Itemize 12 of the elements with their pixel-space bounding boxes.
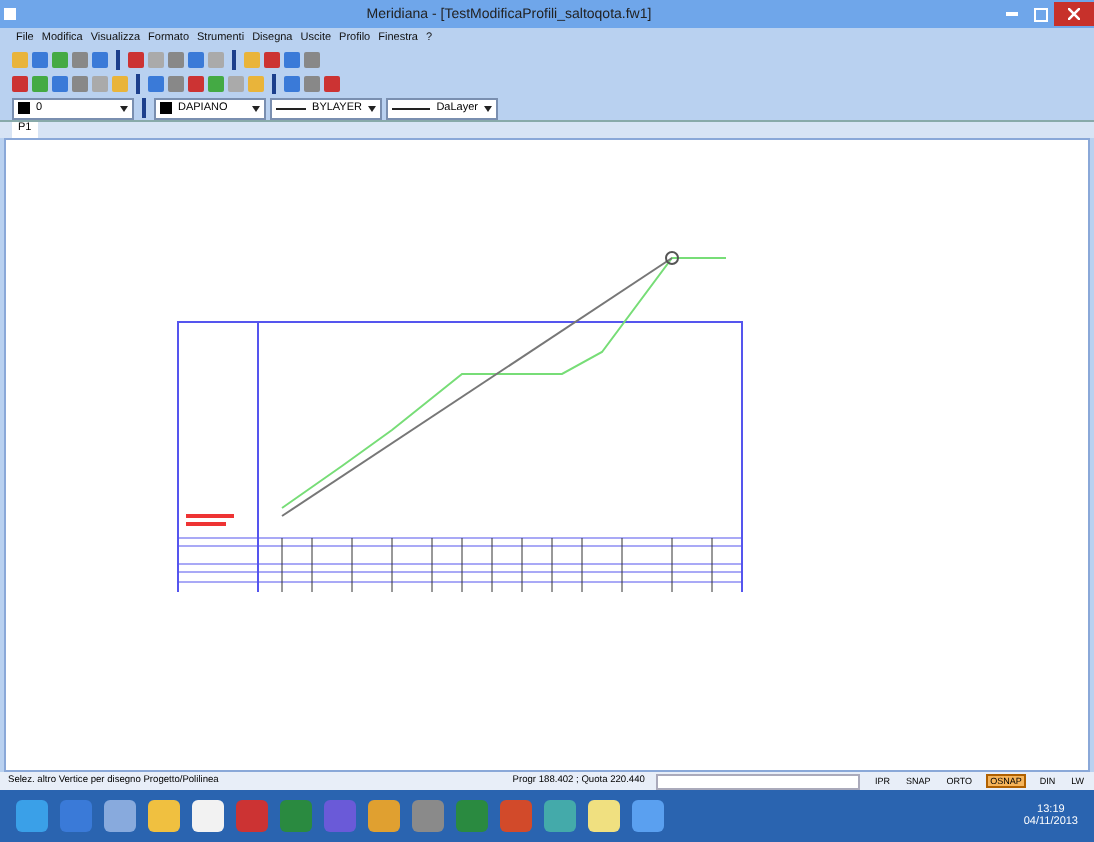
taskbar-app-icon[interactable] <box>588 800 620 832</box>
taskbar-app-icon[interactable] <box>16 800 48 832</box>
taskbar-app-icon[interactable] <box>632 800 664 832</box>
close-icon[interactable] <box>1068 8 1080 20</box>
maximize-icon[interactable] <box>1033 7 1047 21</box>
taskbar-app-icon[interactable] <box>544 800 576 832</box>
taskbar-app-icon[interactable] <box>104 800 136 832</box>
app-icon <box>4 8 16 20</box>
minimize-icon[interactable] <box>1006 12 1018 16</box>
taskbar-app-icon[interactable] <box>148 800 180 832</box>
taskbar-app-icon[interactable] <box>368 800 400 832</box>
taskbar-app-icon[interactable] <box>192 800 224 832</box>
